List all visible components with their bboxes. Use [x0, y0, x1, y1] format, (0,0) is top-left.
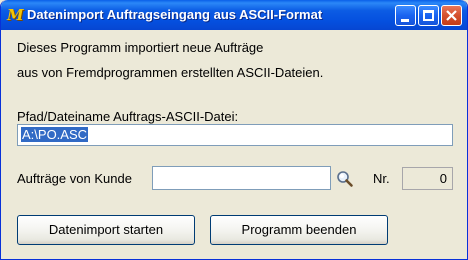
- title-bar[interactable]: M Datenimport Auftragseingang aus ASCII-…: [1, 0, 467, 30]
- path-input[interactable]: A:\PO.ASC: [17, 124, 453, 146]
- path-label: Pfad/Dateiname Auftrags-ASCII-Datei:: [17, 109, 239, 124]
- maximize-button[interactable]: [418, 5, 439, 26]
- nr-label: Nr.: [373, 171, 390, 186]
- minimize-icon: [401, 19, 409, 22]
- close-icon: [446, 10, 457, 21]
- intro-text-line-1: Dieses Programm importiert neue Aufträge: [17, 40, 264, 55]
- nr-field: 0: [402, 167, 453, 190]
- window-title: Datenimport Auftragseingang aus ASCII-Fo…: [27, 7, 323, 22]
- import-dialog-window: M Datenimport Auftragseingang aus ASCII-…: [0, 0, 468, 260]
- maximize-icon: [423, 10, 434, 21]
- path-value: A:\PO.ASC: [21, 127, 89, 142]
- kunde-label: Aufträge von Kunde: [17, 171, 132, 186]
- kunde-input[interactable]: [152, 166, 331, 190]
- app-icon: M: [7, 6, 24, 24]
- end-program-button[interactable]: Programm beenden: [210, 215, 388, 245]
- magnifier-icon[interactable]: [334, 168, 356, 190]
- minimize-button[interactable]: [395, 5, 416, 26]
- intro-text-line-2: aus von Fremdprogrammen erstellten ASCII…: [17, 65, 324, 80]
- close-button[interactable]: [441, 5, 462, 26]
- start-import-button[interactable]: Datenimport starten: [17, 215, 195, 245]
